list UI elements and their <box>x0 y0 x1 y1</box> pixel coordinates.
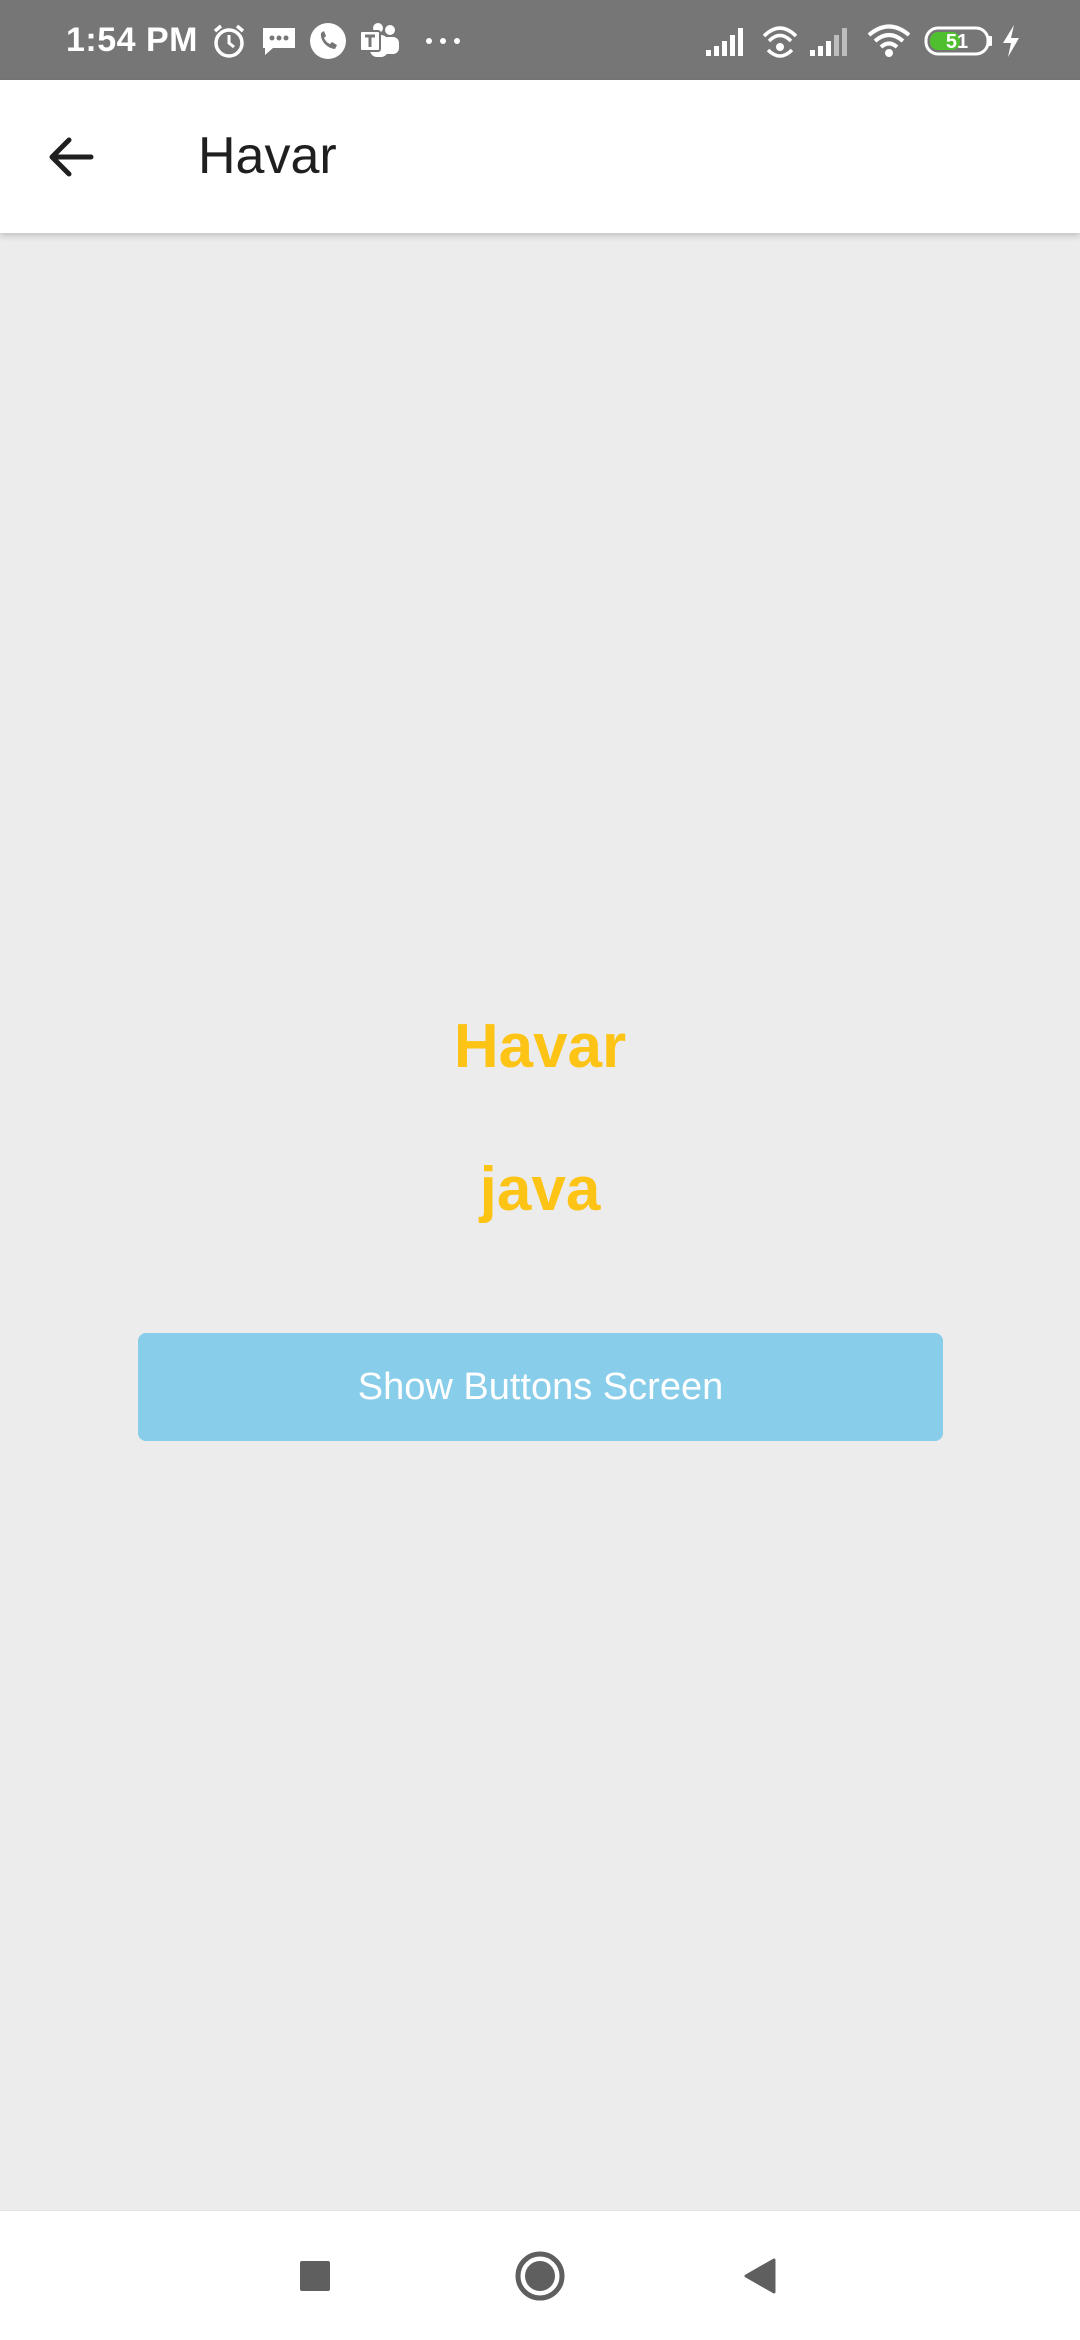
system-nav-bar <box>0 2210 1080 2340</box>
message-icon <box>259 22 299 60</box>
home-circle-icon <box>515 2251 565 2301</box>
main-content: Havar java Show Buttons Screen <box>0 233 1080 2210</box>
signal-icon <box>808 22 852 60</box>
more-dots-icon <box>422 22 464 60</box>
headline-name: Havar <box>453 1012 627 1081</box>
arrow-back-icon <box>49 137 94 177</box>
status-time: 1:54 PM <box>66 21 198 59</box>
signal-icon <box>704 22 748 60</box>
phone-icon <box>308 22 348 60</box>
wifi-icon <box>866 22 912 60</box>
headline-language: java <box>479 1155 601 1224</box>
recents-square-icon <box>300 2261 330 2291</box>
back-button[interactable] <box>30 117 110 197</box>
charging-icon <box>998 22 1024 60</box>
battery-level: 51 <box>946 31 968 53</box>
back-triangle-icon <box>744 2258 776 2294</box>
battery-icon: 51 <box>924 22 994 60</box>
screen: 1:54 PM 51 Havar Havar java Show Buttons… <box>0 0 1080 2340</box>
teams-icon <box>358 22 402 60</box>
page-title: Havar <box>198 127 337 185</box>
show-buttons-screen-button[interactable]: Show Buttons Screen <box>138 1333 943 1441</box>
back-nav-button[interactable] <box>705 2211 815 2340</box>
alarm-icon <box>210 22 248 60</box>
app-bar: Havar <box>0 80 1080 233</box>
home-button[interactable] <box>485 2211 595 2340</box>
hotspot-icon <box>760 22 800 60</box>
status-bar: 1:54 PM 51 <box>0 0 1080 80</box>
recents-button[interactable] <box>260 2211 370 2340</box>
